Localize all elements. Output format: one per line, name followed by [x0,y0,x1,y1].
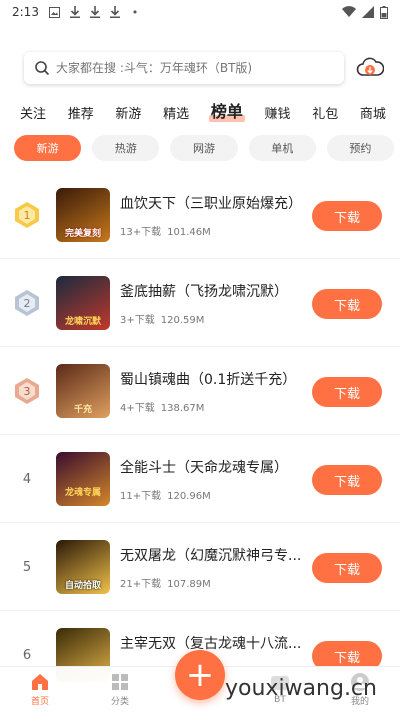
status-right [342,5,388,19]
download-button[interactable]: 下载 [312,377,382,407]
bottom-tab-home[interactable]: 首页 [0,667,80,711]
rank-medal-gold: 1 [12,200,42,230]
download-icon [109,6,121,18]
signal-icon [362,6,374,18]
game-title[interactable]: 无双屠龙（幻魔沉默神弓专... [120,545,301,565]
cover-text: 龙啸沉默 [64,317,101,327]
list-item[interactable]: 3 千充 蜀山镇魂曲（0.1折送千充） 4+下载 138.67M 下载 [0,347,400,435]
tab-store[interactable]: 商城 [358,103,388,122]
cover-text: 千充 [73,405,92,415]
download-button[interactable]: 下载 [312,289,382,319]
tab-rankings[interactable]: 榜单 [208,98,245,122]
bottom-tab-label: 首页 [30,696,49,707]
download-button[interactable]: 下载 [312,201,382,231]
watermark: youxiwang.cn [225,676,377,701]
cloud-download-icon[interactable] [356,56,384,80]
game-cover[interactable]: 龙魂专属 [56,452,110,506]
download-count: 13+下载 [120,227,162,238]
ranking-category-tabs: 新游 热游 网游 单机 预约 [14,135,395,161]
game-meta: 21+下载 107.89M [120,575,211,590]
game-title[interactable]: 蜀山镇魂曲（0.1折送千充） [120,369,296,389]
rank-number: 2 [24,297,31,310]
tab-new-games[interactable]: 新游 [113,103,143,122]
bottom-tab-label: 分类 [110,696,129,707]
status-time: 2:13 [12,5,39,19]
game-cover[interactable]: 千充 [56,364,110,418]
search-icon [35,61,50,76]
chip-online[interactable]: 网游 [170,135,238,161]
battery-icon [380,5,388,19]
game-meta: 4+下载 138.67M [120,399,204,414]
download-button[interactable]: 下载 [312,553,382,583]
home-icon [32,673,48,690]
wifi-icon [342,6,356,18]
game-meta: 13+下载 101.46M [120,223,211,238]
download-count: 11+下载 [120,491,162,502]
game-cover[interactable]: 龙啸沉默 [56,276,110,330]
file-size: 120.96M [167,491,211,502]
bottom-tab-category[interactable]: 分类 [80,667,160,711]
chip-single[interactable]: 单机 [248,135,316,161]
rank-number: 5 [22,559,32,575]
chip-new[interactable]: 新游 [14,135,82,161]
rank-number: 1 [24,209,31,222]
tab-earn[interactable]: 赚钱 [263,103,293,122]
search-bar[interactable] [24,52,344,84]
search-input[interactable] [56,61,334,75]
tab-follow[interactable]: 关注 [18,103,48,122]
cover-text: 自动拾取 [64,581,101,591]
game-meta: 3+下载 120.59M [120,311,204,326]
tab-featured[interactable]: 精选 [161,103,191,122]
status-bar: 2:13 • [0,0,400,24]
dot-icon: • [131,5,139,19]
file-size: 120.59M [160,315,205,326]
game-title[interactable]: 血饮天下（三职业原始爆充） [120,193,302,213]
download-button[interactable]: 下载 [312,465,382,495]
chip-reserve[interactable]: 预约 [326,135,395,161]
file-size: 101.46M [167,227,211,238]
list-item[interactable]: 4 龙魂专属 全能斗士（天命龙魂专属） 11+下载 120.96M 下载 [0,435,400,523]
download-count: 21+下载 [120,579,162,590]
tab-recommend[interactable]: 推荐 [66,103,96,122]
game-cover[interactable]: 自动拾取 [56,540,110,594]
top-nav: 关注 推荐 新游 精选 榜单 赚钱 礼包 商城 [18,96,388,122]
rank-number: 4 [22,471,32,487]
list-item[interactable]: 2 龙啸沉默 釜底抽薪（飞扬龙啸沉默） 3+下载 120.59M 下载 [0,259,400,347]
add-button[interactable]: + [175,650,225,700]
game-meta: 11+下载 120.96M [120,487,211,502]
list-item[interactable]: 5 自动拾取 无双屠龙（幻魔沉默神弓专... 21+下载 107.89M 下载 [0,523,400,611]
cover-text: 龙魂专属 [64,488,101,498]
game-title[interactable]: 釜底抽薪（飞扬龙啸沉默） [120,281,288,301]
rank-medal-bronze: 3 [12,376,42,406]
grid-icon [112,673,128,690]
game-title[interactable]: 全能斗士（天命龙魂专属） [120,457,288,477]
cover-text: 完美复刻 [64,229,101,239]
tab-gifts[interactable]: 礼包 [310,103,340,122]
rank-medal-silver: 2 [12,288,42,318]
download-count: 4+下载 [120,403,155,414]
image-icon [49,6,61,18]
game-cover[interactable]: 完美复刻 [56,188,110,242]
download-count: 3+下载 [120,315,155,326]
game-title[interactable]: 主宰无双（复古龙魂十八流... [120,633,301,653]
chip-hot[interactable]: 热游 [92,135,160,161]
game-ranking-list: 1 完美复刻 血饮天下（三职业原始爆充） 13+下载 101.46M 下载 2 龙… [0,171,400,699]
download-icon [69,6,81,18]
rank-number: 3 [24,385,31,398]
file-size: 107.89M [167,579,211,590]
list-item[interactable]: 1 完美复刻 血饮天下（三职业原始爆充） 13+下载 101.46M 下载 [0,171,400,259]
download-icon [89,6,101,18]
file-size: 138.67M [160,403,205,414]
